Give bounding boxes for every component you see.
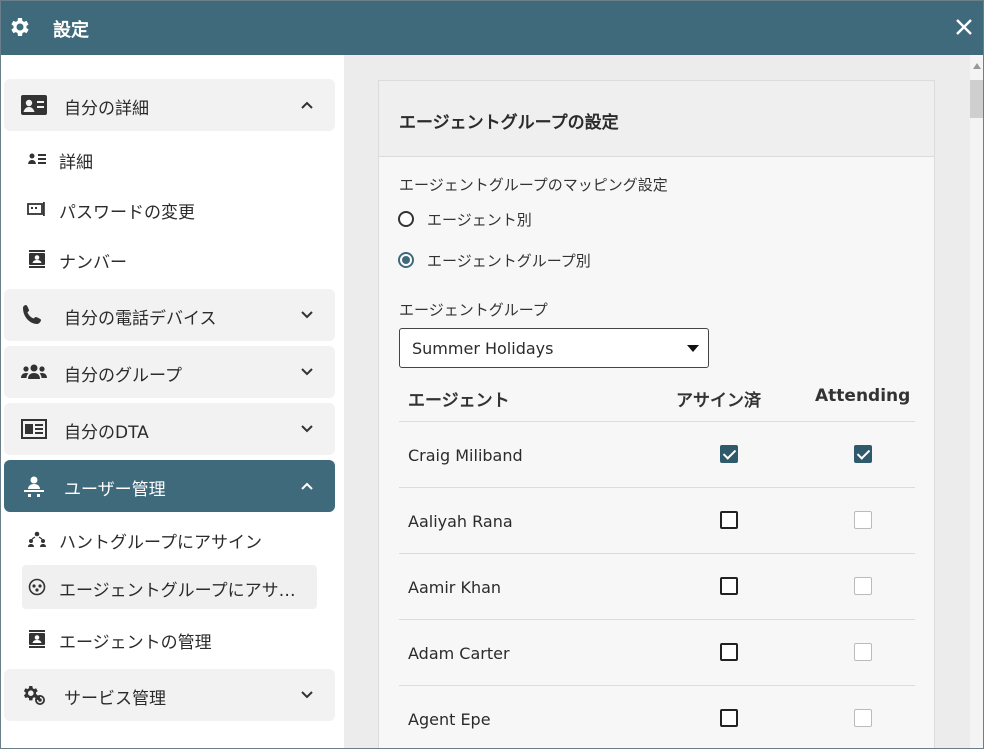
mapping-setting-label: エージェントグループのマッピング設定 bbox=[399, 176, 668, 194]
gear-icon bbox=[11, 18, 29, 36]
assigned-checkbox[interactable] bbox=[720, 511, 738, 529]
column-header-attending: Attending bbox=[815, 386, 911, 406]
table-row: Aamir Khan bbox=[399, 553, 915, 619]
sidebar-item-assign-agent-group[interactable]: エージェントグループにアサイン bbox=[22, 565, 317, 609]
column-header-agent: エージェント bbox=[408, 391, 510, 411]
sidebar-section-label: サービス管理 bbox=[64, 689, 166, 709]
chevron-up-icon bbox=[301, 482, 313, 490]
agent-name: Aaliyah Rana bbox=[408, 512, 513, 531]
agent-group-label: エージェントグループ bbox=[399, 301, 548, 319]
assigned-checkbox[interactable] bbox=[720, 643, 738, 661]
table-row: Craig Miliband bbox=[399, 421, 915, 487]
sidebar-item-number[interactable]: ナンバー bbox=[22, 237, 317, 281]
scroll-up-arrow-icon[interactable] bbox=[973, 63, 981, 69]
sidebar-item-label: 詳細 bbox=[59, 153, 93, 173]
agent-group-settings-panel: エージェントグループの設定 エージェントグループのマッピング設定 エージェント別… bbox=[378, 80, 935, 748]
user-admin-icon bbox=[24, 476, 44, 497]
chevron-up-icon bbox=[301, 101, 313, 109]
attending-checkbox bbox=[854, 643, 872, 661]
table-row: Adam Carter bbox=[399, 619, 915, 685]
panel-header: エージェントグループの設定 bbox=[379, 81, 934, 157]
sidebar-item-label: ナンバー bbox=[59, 253, 127, 273]
group-icon bbox=[21, 364, 47, 379]
sidebar-section-label: ユーザー管理 bbox=[64, 480, 166, 500]
column-header-assigned: アサイン済 bbox=[676, 391, 761, 411]
chevron-down-icon bbox=[301, 311, 313, 319]
sidebar-section-my-phone-devices[interactable]: 自分の電話デバイス bbox=[4, 289, 335, 341]
chevron-down-icon bbox=[301, 425, 313, 433]
sidebar-item-label: パスワードの変更 bbox=[59, 203, 195, 223]
details-list-icon bbox=[28, 153, 46, 164]
contact-card-icon bbox=[21, 95, 47, 115]
sidebar-item-change-password[interactable]: パスワードの変更 bbox=[22, 187, 317, 231]
agent-name: Agent Epe bbox=[408, 710, 491, 729]
chevron-down-icon bbox=[301, 691, 313, 699]
assigned-checkbox[interactable] bbox=[720, 577, 738, 595]
sidebar-item-assign-hunt-group[interactable]: ハントグループにアサイン bbox=[22, 517, 317, 561]
phone-icon bbox=[23, 305, 41, 324]
panel-title: エージェントグループの設定 bbox=[399, 113, 619, 133]
sidebar-section-my-dta[interactable]: 自分のDTA bbox=[4, 403, 335, 455]
agent-name: Adam Carter bbox=[408, 644, 510, 663]
scrollbar-thumb[interactable] bbox=[970, 80, 983, 118]
hunt-group-icon bbox=[28, 531, 46, 547]
table-row: Agent Epe bbox=[399, 685, 915, 748]
attending-checkbox bbox=[854, 709, 872, 727]
vertical-scrollbar[interactable] bbox=[970, 55, 983, 748]
sidebar-item-manage-agents[interactable]: エージェントの管理 bbox=[22, 617, 317, 661]
attending-checkbox bbox=[854, 577, 872, 595]
agent-group-select-value: Summer Holidays bbox=[412, 339, 554, 358]
dta-icon bbox=[21, 419, 47, 439]
sidebar-item-label: ハントグループにアサイン bbox=[59, 533, 262, 553]
number-icon bbox=[29, 250, 45, 268]
sidebar-section-label: 自分のDTA bbox=[64, 423, 149, 443]
agent-manage-icon bbox=[29, 630, 45, 648]
settings-window: 設定 自分の詳細 詳細 パスワードの変更 ナンバー 自分の電話デバイス 自分のグ… bbox=[0, 0, 984, 749]
radio-by-agent-label[interactable]: エージェント別 bbox=[427, 209, 532, 230]
agent-group-select[interactable]: Summer Holidays bbox=[399, 328, 709, 368]
radio-by-agent-group-label[interactable]: エージェントグループ別 bbox=[427, 250, 591, 271]
password-icon bbox=[27, 202, 45, 216]
sidebar-section-label: 自分の電話デバイス bbox=[64, 309, 217, 329]
radio-by-agent-group[interactable] bbox=[398, 252, 414, 268]
sidebar-section-my-groups[interactable]: 自分のグループ bbox=[4, 346, 335, 398]
sidebar-section-my-details[interactable]: 自分の詳細 bbox=[4, 79, 335, 131]
caret-down-icon bbox=[687, 345, 699, 352]
sidebar-item-label: エージェントグループにアサイン bbox=[59, 581, 309, 601]
agent-group-icon bbox=[28, 578, 46, 596]
assigned-checkbox[interactable] bbox=[720, 445, 738, 463]
window-title: 設定 bbox=[53, 20, 89, 41]
title-bar: 設定 bbox=[1, 1, 983, 55]
close-icon[interactable] bbox=[952, 15, 976, 39]
sidebar: 自分の詳細 詳細 パスワードの変更 ナンバー 自分の電話デバイス 自分のグループ… bbox=[1, 55, 344, 748]
assigned-checkbox[interactable] bbox=[720, 709, 738, 727]
attending-checkbox[interactable] bbox=[854, 445, 872, 463]
agent-name: Aamir Khan bbox=[408, 578, 502, 597]
chevron-down-icon bbox=[301, 368, 313, 376]
sidebar-item-label: エージェントの管理 bbox=[59, 633, 212, 653]
sidebar-section-label: 自分の詳細 bbox=[64, 99, 149, 119]
table-row: Aaliyah Rana bbox=[399, 487, 915, 553]
main-content: エージェントグループの設定 エージェントグループのマッピング設定 エージェント別… bbox=[344, 55, 970, 748]
radio-by-agent[interactable] bbox=[398, 211, 414, 227]
sidebar-section-service-management[interactable]: サービス管理 bbox=[4, 669, 335, 721]
sidebar-section-label: 自分のグループ bbox=[64, 366, 182, 386]
sidebar-section-user-management[interactable]: ユーザー管理 bbox=[4, 460, 335, 512]
sidebar-item-details[interactable]: 詳細 bbox=[22, 137, 317, 181]
agent-name: Craig Miliband bbox=[408, 446, 523, 465]
attending-checkbox bbox=[854, 511, 872, 529]
service-gear-icon bbox=[23, 686, 45, 705]
